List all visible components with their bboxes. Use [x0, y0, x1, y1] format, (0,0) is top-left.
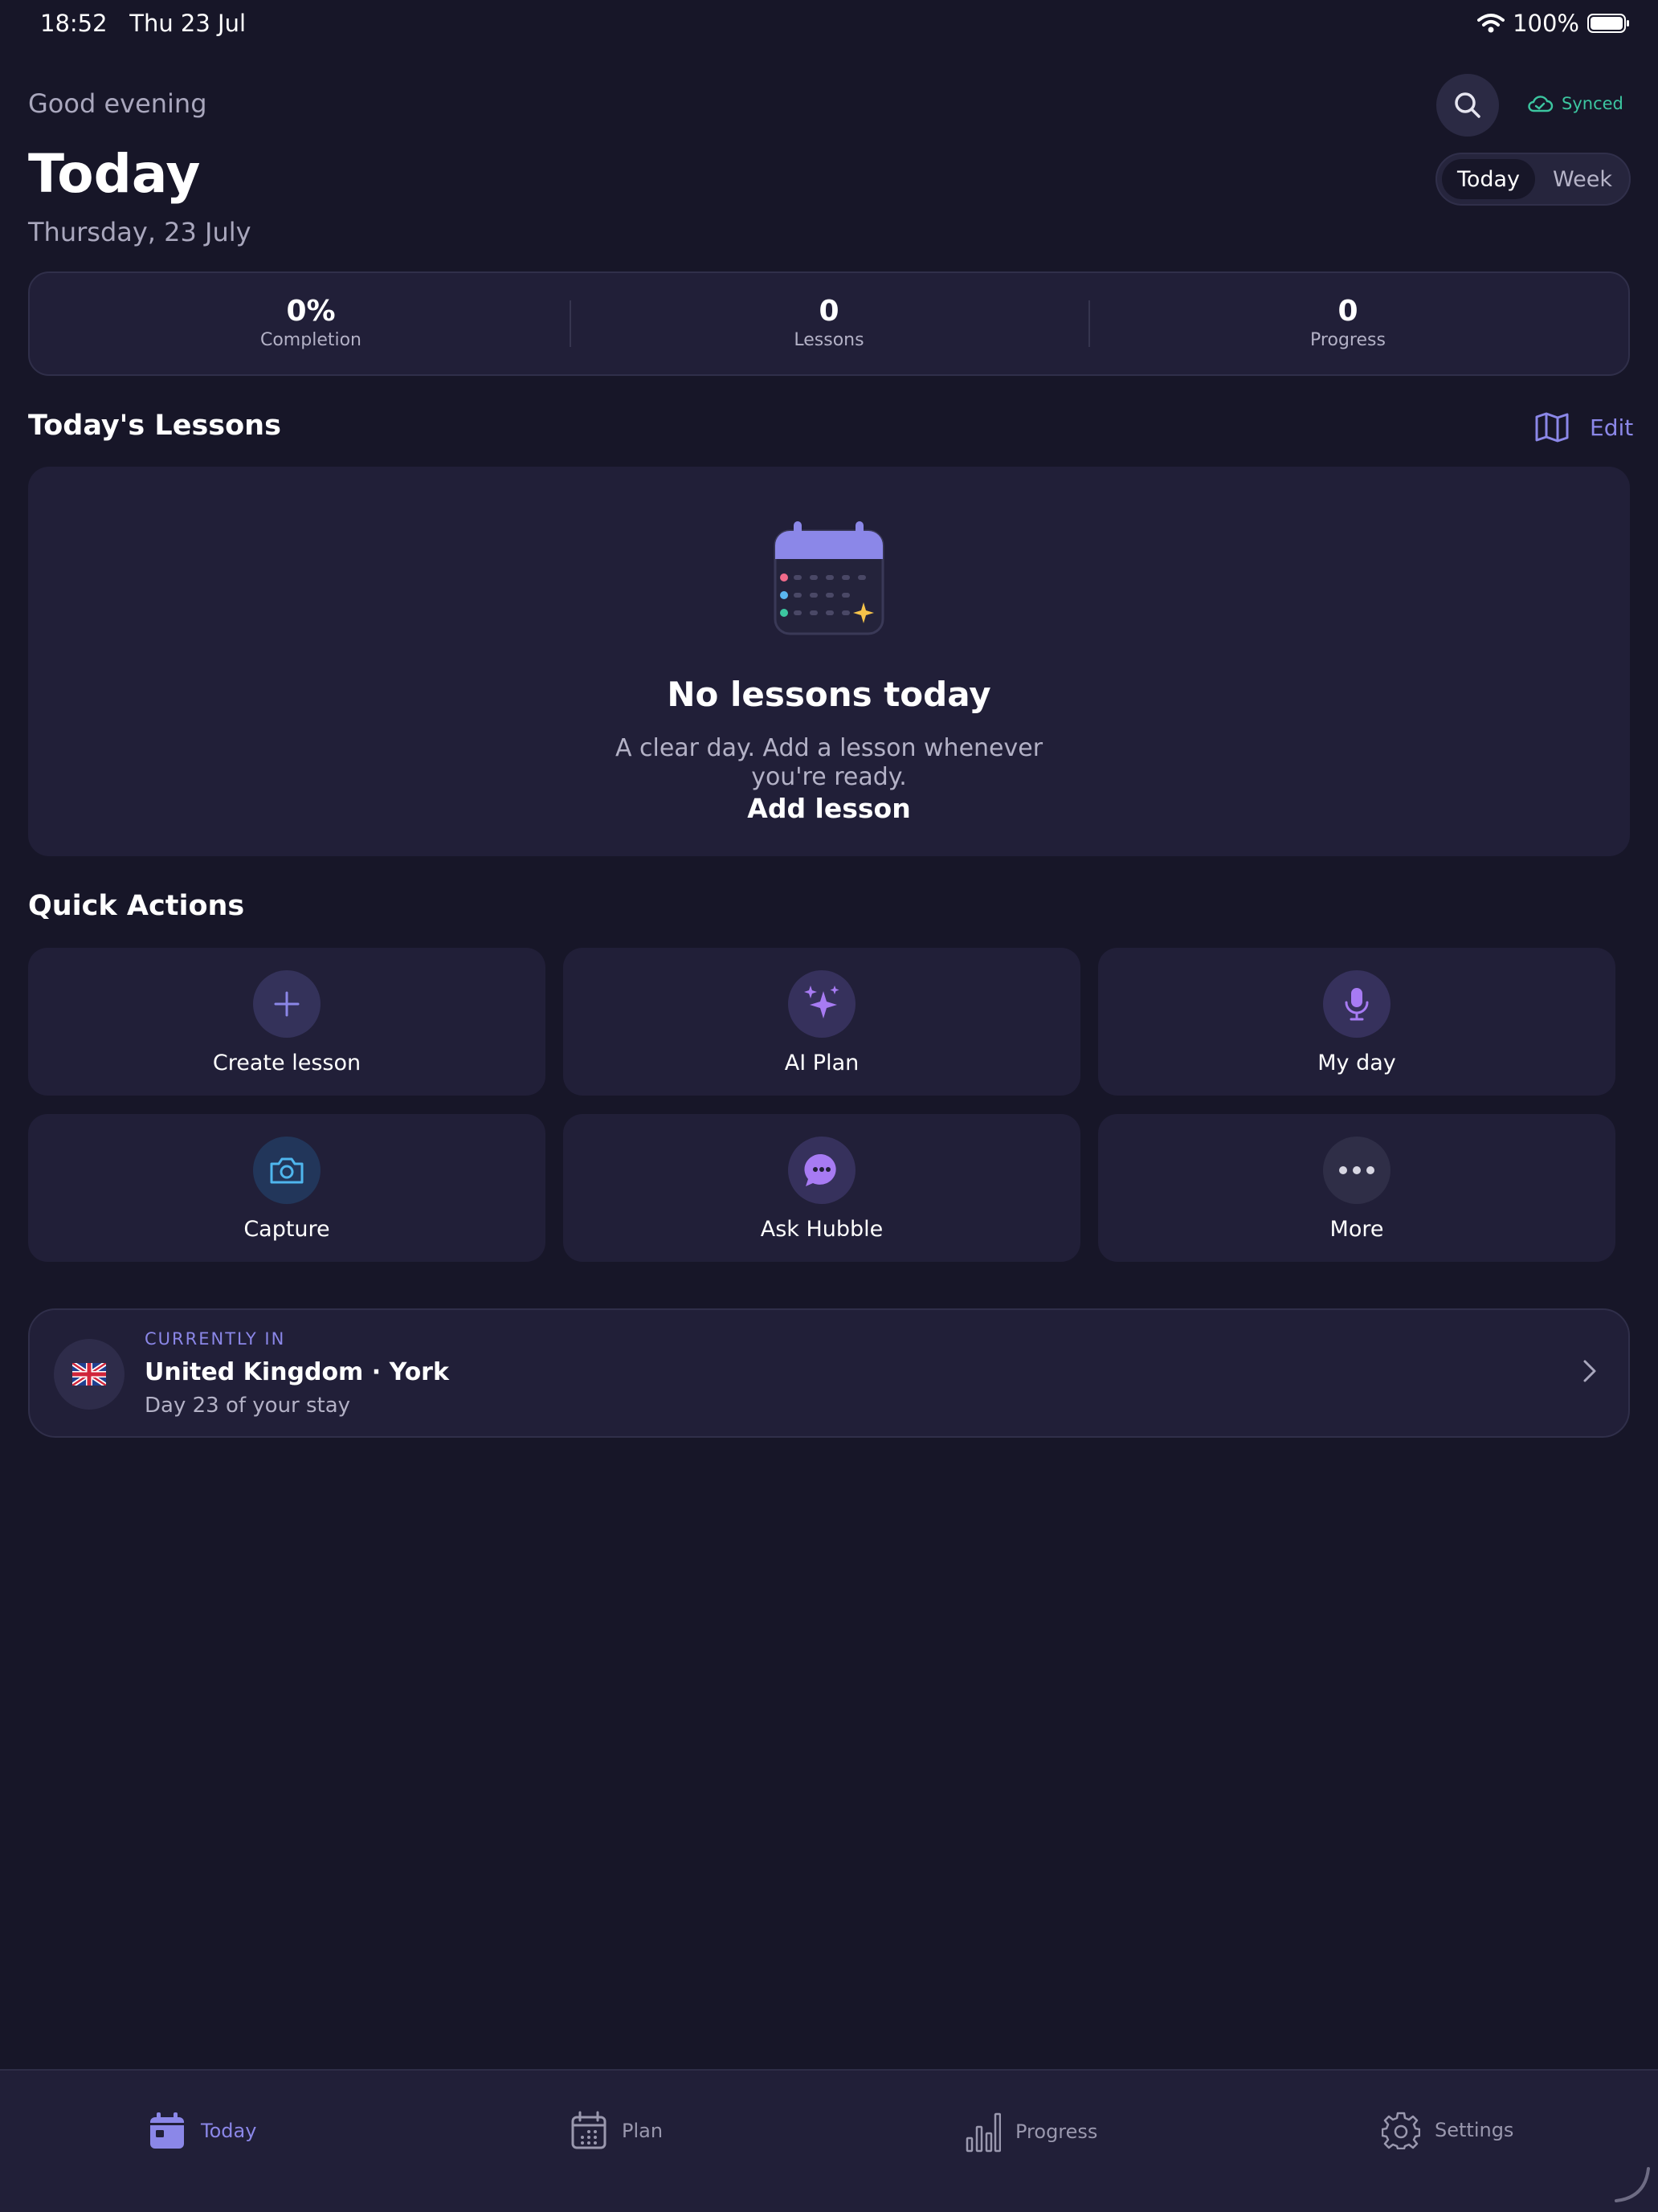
stat-divider: [570, 300, 571, 347]
sync-status: Synced: [1526, 94, 1623, 113]
stat-value: 0: [1337, 295, 1358, 328]
bar-chart-icon: [966, 2112, 1001, 2153]
current-location-card[interactable]: CURRENTLY IN United Kingdom · York Day 2…: [28, 1308, 1630, 1438]
cloud-check-icon: [1528, 96, 1554, 112]
stat-label: Lessons: [794, 330, 864, 350]
sparkles-icon: [788, 970, 856, 1038]
stat-lessons: 0 Lessons: [588, 294, 1070, 352]
date-text: Thu 23 Jul: [129, 10, 247, 37]
status-time: 18:52 Thu 23 Jul: [40, 10, 246, 37]
uk-flag-icon: [54, 1339, 125, 1410]
tab-label: Today: [201, 2120, 257, 2142]
search-button[interactable]: [1436, 74, 1499, 137]
tab-label: Settings: [1435, 2119, 1514, 2141]
stat-value: 0: [819, 295, 839, 328]
gear-icon: [1382, 2112, 1420, 2149]
map-button[interactable]: [1534, 411, 1570, 447]
calendar-icon: [150, 2112, 184, 2149]
action-label: AI Plan: [784, 1051, 860, 1075]
stat-label: Completion: [259, 330, 361, 350]
battery-icon: [1587, 14, 1629, 33]
more-action[interactable]: More: [1098, 1114, 1615, 1262]
quick-actions-title: Quick Actions: [28, 890, 245, 922]
status-right: 100%: [1477, 10, 1631, 37]
tab-label: Progress: [1015, 2120, 1098, 2143]
action-label: Capture: [243, 1217, 330, 1242]
microphone-icon: [1323, 970, 1391, 1038]
ai-plan-action[interactable]: AI Plan: [563, 948, 1080, 1096]
capture-action[interactable]: Capture: [28, 1114, 545, 1262]
chat-bubble-icon: [788, 1137, 856, 1204]
empty-state-title: No lessons today: [667, 675, 991, 714]
empty-state-subtitle: A clear day. Add a lesson whenever you'r…: [615, 734, 1043, 791]
ask-hubble-action[interactable]: Ask Hubble: [563, 1114, 1080, 1262]
chevron-right-icon: [1582, 1358, 1598, 1387]
camera-icon: [253, 1137, 321, 1204]
action-label: My day: [1317, 1051, 1396, 1075]
greeting: Good evening: [28, 88, 207, 119]
calendar-grid-icon: [571, 2111, 606, 2149]
action-label: Create lesson: [212, 1051, 361, 1075]
location-subtitle: Day 23 of your stay: [145, 1394, 351, 1418]
add-lesson-button[interactable]: Add lesson: [28, 793, 1630, 824]
segment-today[interactable]: Today: [1442, 159, 1535, 199]
stat-label: Progress: [1310, 330, 1386, 350]
tab-today[interactable]: Today: [148, 2111, 256, 2151]
status-bar: 18:52 Thu 23 Jul 100%: [0, 0, 1658, 51]
wifi-icon: [1477, 14, 1505, 33]
location-eyebrow: CURRENTLY IN: [145, 1329, 286, 1349]
action-label: Ask Hubble: [760, 1217, 884, 1242]
stat-value: 0%: [286, 295, 336, 328]
location-title: United Kingdom · York: [145, 1358, 449, 1386]
more-icon: [1323, 1137, 1391, 1204]
time-text: 18:52: [40, 10, 108, 37]
stat-progress: 0 Progress: [1107, 294, 1589, 352]
tab-bar: Today Plan Progress Settings: [0, 2069, 1658, 2212]
lessons-section-title: Today's Lessons: [28, 410, 281, 442]
my-day-action[interactable]: My day: [1098, 948, 1615, 1096]
tab-plan[interactable]: Plan: [570, 2111, 663, 2151]
tab-label: Plan: [622, 2120, 664, 2142]
battery-percent: 100%: [1513, 10, 1579, 37]
stats-card: 0% Completion 0 Lessons 0 Progress: [28, 271, 1630, 376]
stat-completion: 0% Completion: [70, 294, 552, 352]
segment-week[interactable]: Week: [1538, 159, 1627, 199]
view-segmented-control: Today Week: [1435, 153, 1631, 206]
plus-icon: [253, 970, 321, 1038]
calendar-illustration-icon: [773, 520, 885, 640]
create-lesson-action[interactable]: Create lesson: [28, 948, 545, 1096]
edit-lessons-link[interactable]: Edit: [1590, 414, 1633, 441]
stat-divider: [1088, 300, 1090, 347]
sync-label: Synced: [1562, 94, 1623, 113]
tab-settings[interactable]: Settings: [1382, 2111, 1513, 2149]
tab-progress[interactable]: Progress: [966, 2111, 1097, 2153]
page-title: Today: [28, 143, 201, 205]
resize-handle-icon[interactable]: [1613, 2165, 1652, 2207]
map-icon: [1535, 412, 1569, 443]
action-label: More: [1329, 1217, 1384, 1242]
page-date: Thursday, 23 July: [28, 217, 251, 247]
search-icon: [1455, 92, 1480, 118]
